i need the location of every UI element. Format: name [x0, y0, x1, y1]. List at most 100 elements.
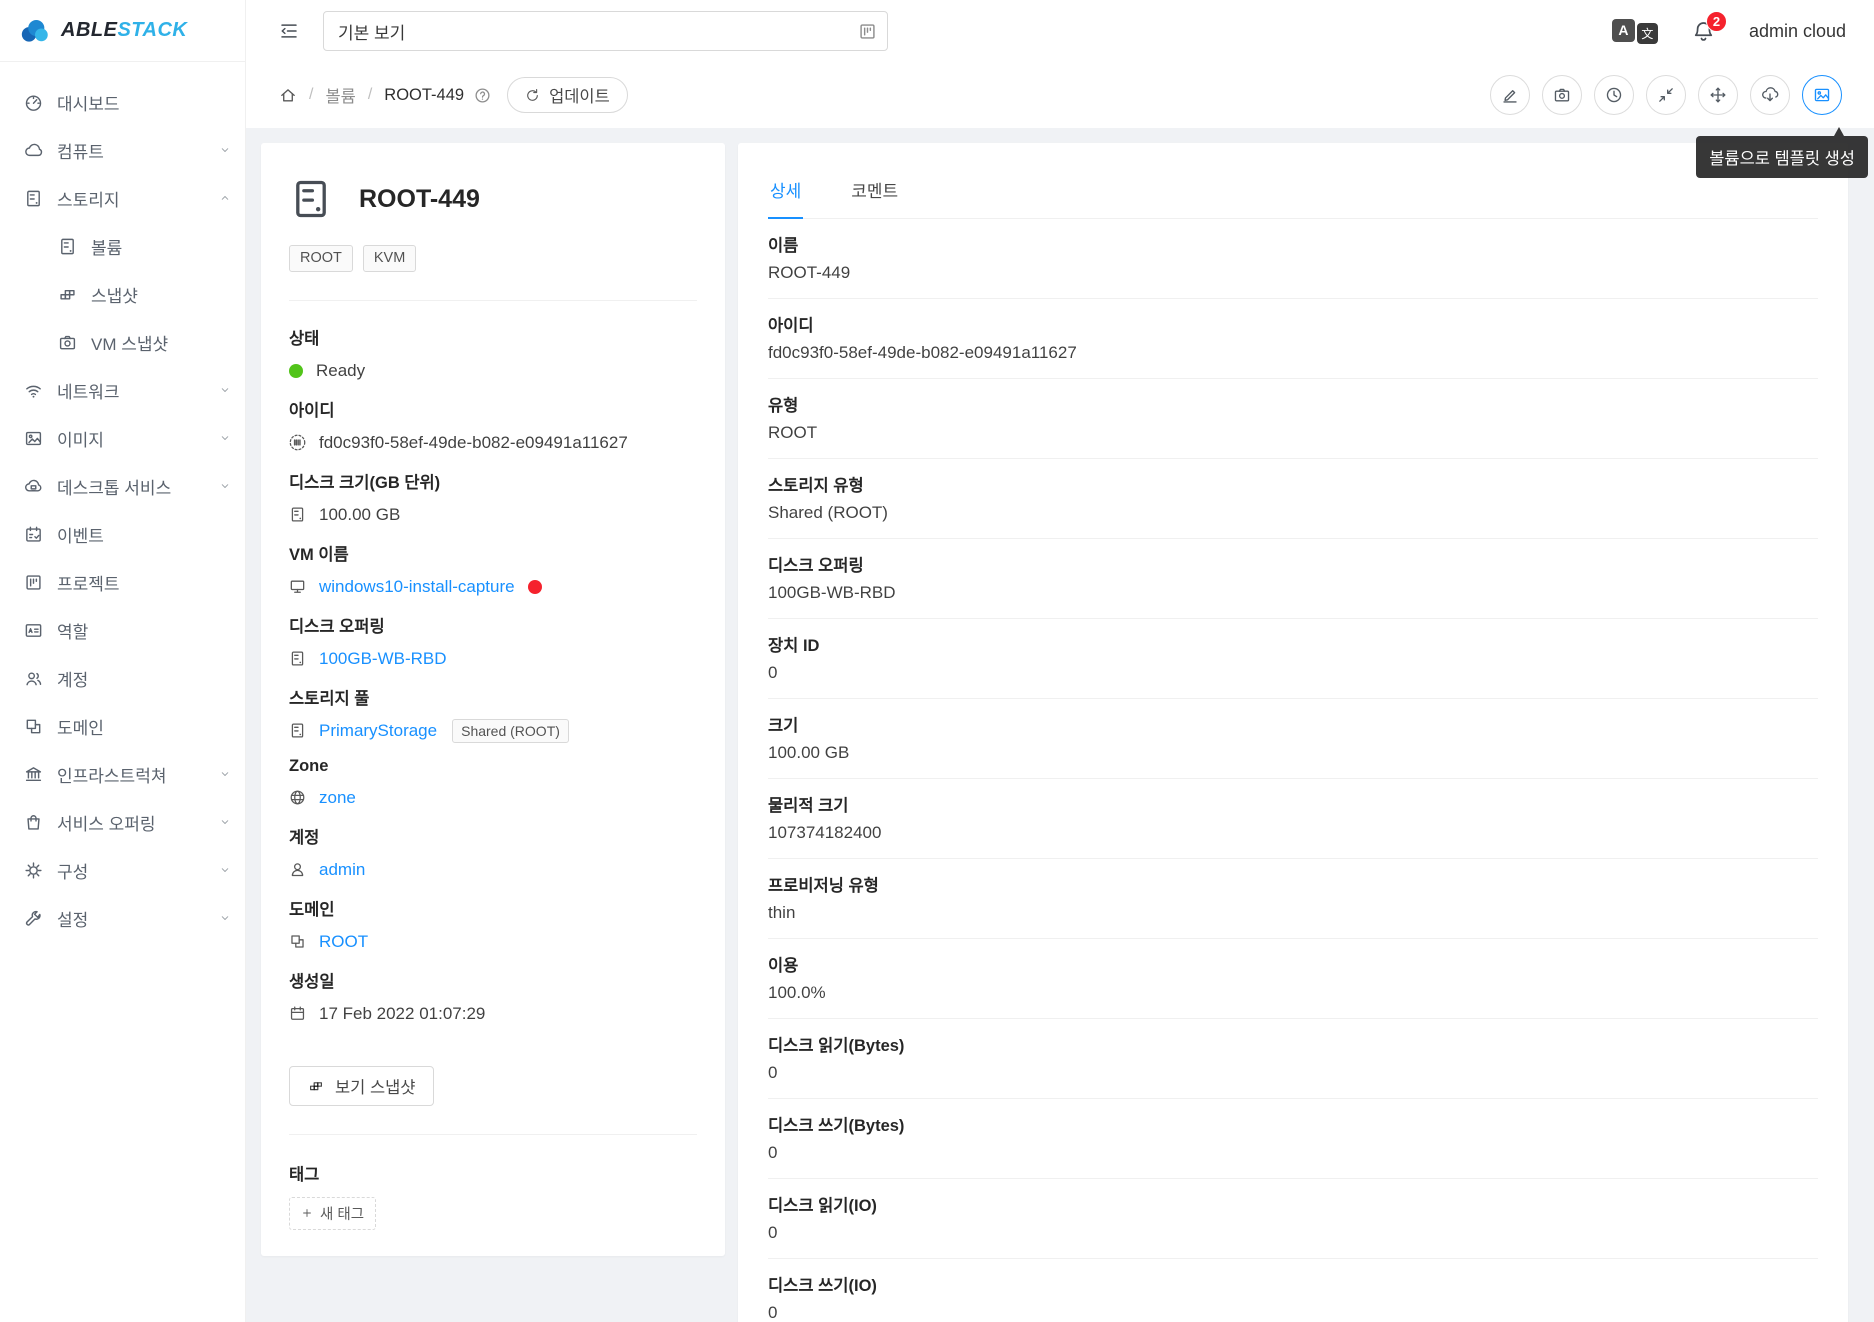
- notification-badge: 2: [1705, 10, 1727, 32]
- detail-value: 100GB-WB-RBD: [768, 583, 896, 602]
- tab-details[interactable]: 상세: [768, 163, 804, 219]
- detail-label: 크기: [768, 717, 799, 735]
- volume-icon: [61, 238, 74, 254]
- detail-row: 유형 ROOT: [768, 379, 1818, 459]
- sidebar-item-volumes[interactable]: 볼륨: [0, 222, 245, 270]
- new-tag-button[interactable]: 새 태그: [289, 1196, 377, 1230]
- sidebar-item-configuration[interactable]: 구성: [0, 846, 245, 894]
- sidebar-item-images[interactable]: 이미지: [0, 414, 245, 462]
- detail-value: ROOT-449: [768, 263, 851, 282]
- info-section: 아이디 fd0c93f0-58ef-49de-b082-e09491a11627: [289, 397, 697, 456]
- sidebar-item-service-offerings[interactable]: 서비스 오퍼링: [0, 798, 245, 846]
- info-value[interactable]: PrimaryStorage: [319, 721, 437, 741]
- info-value[interactable]: zone: [319, 788, 356, 808]
- update-button[interactable]: 업데이트: [507, 77, 628, 113]
- hdd-icon: [27, 190, 40, 206]
- view-snapshots-button[interactable]: 보기 스냅샷: [289, 1065, 435, 1106]
- sidebar-item-infrastructure[interactable]: 인프라스트럭쳐: [0, 750, 245, 798]
- sidebar-item-projects[interactable]: 프로젝트: [0, 558, 245, 606]
- view-selector-input[interactable]: [338, 21, 858, 41]
- brand-able: ABLE: [61, 19, 118, 41]
- sidebar-item-label: 대시보드: [57, 94, 120, 114]
- edit-volume-button[interactable]: [1490, 75, 1530, 115]
- breadcrumb-current: ROOT-449: [384, 85, 465, 104]
- sidebar-item-roles[interactable]: 역할: [0, 606, 245, 654]
- sidebar-item-desktop-services[interactable]: 데스크톱 서비스: [0, 462, 245, 510]
- divider: [289, 1133, 697, 1135]
- create-template-button[interactable]: [1802, 75, 1842, 115]
- detail-label: 아이디: [768, 317, 814, 335]
- content: ROOT-449 ROOT KVM 상태 Ready 아이디 fd0c93f0-58ef…: [246, 128, 1874, 1322]
- volume-summary-card: ROOT-449 ROOT KVM 상태 Ready 아이디 fd0c93f0-58ef…: [261, 143, 725, 1256]
- hdd-icon: [291, 651, 304, 666]
- detail-row: 크기 100.00 GB: [768, 699, 1818, 779]
- resize-volume-button[interactable]: [1646, 75, 1686, 115]
- recurring-snapshot-button[interactable]: [1594, 75, 1634, 115]
- translate-b-glyph: 文: [1636, 22, 1658, 44]
- translate-button[interactable]: A 文: [1611, 18, 1658, 44]
- sidebar-item-label: 볼륨: [91, 238, 123, 258]
- sidebar-item-events[interactable]: 이벤트: [0, 510, 245, 558]
- sidebar-item-settings[interactable]: 설정: [0, 894, 245, 942]
- info-value[interactable]: admin: [319, 860, 365, 880]
- new-tag-label: 새 태그: [320, 1206, 365, 1223]
- cloud-icon: [25, 143, 43, 156]
- info-value: fd0c93f0-58ef-49de-b082-e09491a11627: [319, 432, 628, 452]
- project-switch-button[interactable]: [858, 22, 877, 41]
- detail-value: thin: [768, 903, 796, 922]
- sidebar-item-accounts[interactable]: 계정: [0, 654, 245, 702]
- detail-value: 100.00 GB: [768, 743, 850, 762]
- edit-icon: [1503, 90, 1517, 103]
- breadcrumb-volumes-link[interactable]: 볼륨: [325, 83, 355, 107]
- app-root: ABLESTACK 대시보드 컴퓨트 스토리지 볼륨 스냅샷 VM 스냅샷 네트워크 이미지 데…: [0, 0, 1874, 1322]
- sidebar-item-snapshots[interactable]: 스냅샷: [0, 270, 245, 318]
- wrench-icon: [25, 910, 41, 926]
- take-snapshot-button[interactable]: [1542, 75, 1582, 115]
- sidebar-item-compute[interactable]: 컴퓨트: [0, 126, 245, 174]
- detail-label: 프로비저닝 유형: [768, 877, 879, 895]
- breadcrumb-home-icon[interactable]: [279, 86, 297, 104]
- migrate-volume-button[interactable]: [1698, 75, 1738, 115]
- sidebar-item-network[interactable]: 네트워크: [0, 366, 245, 414]
- detail-label: 디스크 읽기(Bytes): [768, 1037, 905, 1055]
- project-icon: [26, 574, 41, 590]
- barcode-icon: [289, 434, 306, 451]
- user-icon: [291, 863, 304, 877]
- detail-value: 107374182400: [768, 823, 882, 842]
- sidebar-item-domains[interactable]: 도메인: [0, 702, 245, 750]
- chevron-down-icon: [221, 388, 229, 392]
- info-label: 생성일: [289, 972, 335, 991]
- detail-value: 0: [768, 1223, 778, 1242]
- translate-a-glyph: A: [1611, 18, 1635, 42]
- calendar-icon: [290, 1006, 305, 1020]
- wifi-icon: [26, 385, 41, 398]
- detail-row: 디스크 오퍼링 100GB-WB-RBD: [768, 539, 1818, 619]
- sidebar-item-vm-snapshots[interactable]: VM 스냅샷: [0, 318, 245, 366]
- project-icon: [860, 23, 875, 39]
- info-value[interactable]: windows10-install-capture: [319, 577, 515, 597]
- domain-icon: [26, 719, 41, 733]
- info-value[interactable]: 100GB-WB-RBD: [319, 649, 447, 669]
- sidebar-item-storage[interactable]: 스토리지: [0, 174, 245, 222]
- brand-stack: STACK: [117, 19, 188, 41]
- ablestack-logo[interactable]: ABLESTACK: [0, 0, 245, 62]
- tab-comments[interactable]: 코멘트: [849, 163, 900, 219]
- info-value[interactable]: ROOT: [319, 932, 368, 952]
- sidebar-item-dashboard[interactable]: 대시보드: [0, 78, 245, 126]
- detail-row: 디스크 읽기(Bytes) 0: [768, 1019, 1818, 1099]
- notifications-button[interactable]: 2: [1692, 10, 1727, 43]
- help-icon[interactable]: [474, 87, 491, 104]
- idcard-icon: [25, 623, 42, 637]
- download-volume-button[interactable]: [1750, 75, 1790, 115]
- detail-value: fd0c93f0-58ef-49de-b082-e09491a11627: [768, 343, 1077, 362]
- info-value: Ready: [316, 360, 366, 380]
- info-label: 디스크 오퍼링: [289, 617, 385, 636]
- hdd-icon: [296, 180, 326, 218]
- sidebar-collapse-button[interactable]: [279, 21, 299, 41]
- info-section: VM 이름 windows10-install-capture: [289, 541, 697, 600]
- camera-icon: [1554, 88, 1570, 102]
- info-label: 스토리지 풀: [289, 689, 370, 708]
- user-menu[interactable]: admin cloud: [1749, 21, 1846, 42]
- detail-row: 프로비저닝 유형 thin: [768, 859, 1818, 939]
- chevron-down-icon: [221, 916, 229, 920]
